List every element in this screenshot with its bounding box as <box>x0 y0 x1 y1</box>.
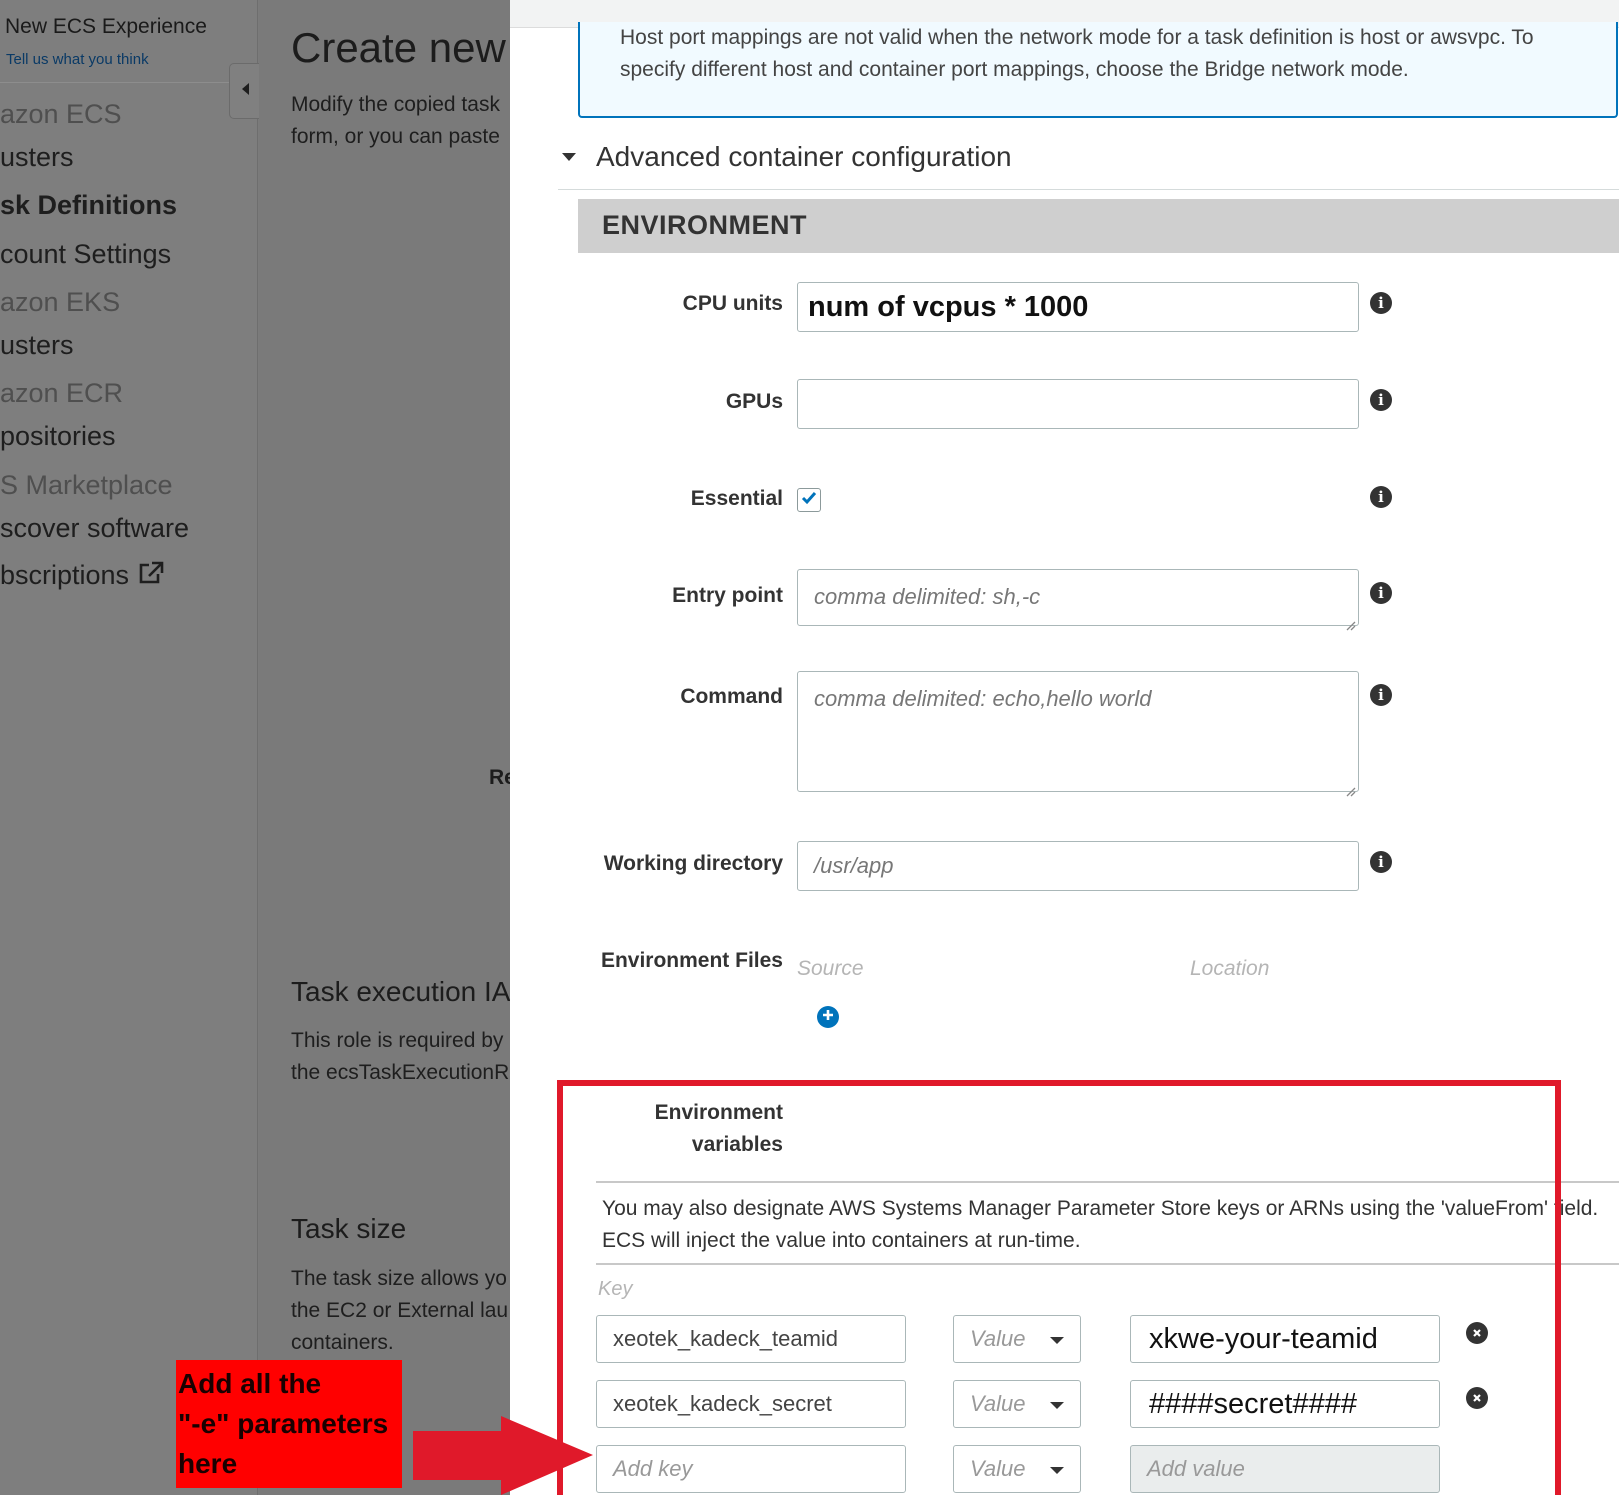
cpu-units-info-icon[interactable]: i <box>1370 292 1392 314</box>
annotation-arrow-icon <box>413 1416 593 1495</box>
feedback-link[interactable]: Tell us what you think <box>6 51 149 68</box>
annotation-line3: here <box>178 1448 238 1479</box>
sidebar-divider <box>0 82 250 83</box>
new-experience-title: New ECS Experience <box>5 15 207 38</box>
cpu-units-label: CPU units <box>682 292 783 315</box>
task-size-title: Task size <box>291 1213 407 1244</box>
task-size-text-line2: the EC2 or External lau <box>291 1299 509 1322</box>
caret-down-icon <box>562 153 576 161</box>
annotation-line2: "-e" parameters <box>178 1408 389 1439</box>
entry-point-textarea[interactable]: comma delimited: sh,-c <box>797 569 1359 631</box>
sidebar-item-subscriptions[interactable]: bscriptions <box>0 560 258 593</box>
essential-checkbox[interactable] <box>797 488 821 512</box>
environment-header-text: ENVIRONMENT <box>602 210 808 240</box>
task-execution-text-line2: the ecsTaskExecutionR <box>291 1061 510 1084</box>
annotation-callout: Add all the "-e" parameters here <box>176 1360 402 1488</box>
essential-info-icon[interactable]: i <box>1370 486 1392 508</box>
section-divider <box>558 189 1619 190</box>
sidebar-section-ecr: azon ECR <box>0 378 124 408</box>
command-info-icon[interactable]: i <box>1370 684 1392 706</box>
sidebar-item-task-definitions[interactable]: sk Definitions <box>0 190 258 221</box>
sidebar-section-eks: azon EKS <box>0 287 121 317</box>
sidebar-section-marketplace: S Marketplace <box>0 470 173 500</box>
entry-point-label: Entry point <box>672 584 783 607</box>
collapse-sidebar-button[interactable] <box>229 63 261 119</box>
task-execution-text-line1: This role is required by <box>291 1029 504 1052</box>
sidebar-item-account-settings[interactable]: count Settings <box>0 239 258 270</box>
task-size-text-line1: The task size allows yo <box>291 1267 507 1290</box>
checkmark-icon <box>801 491 817 510</box>
task-execution-title: Task execution IA <box>291 976 510 1007</box>
sidebar-item-subscriptions-label: bscriptions <box>0 560 130 590</box>
entry-point-placeholder: comma delimited: sh,-c <box>814 584 1041 609</box>
caret-left-icon <box>240 82 250 101</box>
intro-text-line1: Modify the copied task <box>291 93 500 116</box>
working-directory-info-icon[interactable]: i <box>1370 851 1392 873</box>
external-link-icon <box>137 560 165 593</box>
info-alert-text: Host port mappings are not valid when th… <box>620 26 1534 81</box>
sidebar-item-clusters[interactable]: usters <box>0 142 258 173</box>
task-size-text-line3: containers. <box>291 1331 394 1354</box>
environment-section-header: ENVIRONMENT <box>578 199 1619 253</box>
gpus-info-icon[interactable]: i <box>1370 389 1392 411</box>
working-directory-label: Working directory <box>603 852 783 875</box>
working-directory-placeholder: /usr/app <box>814 853 894 878</box>
location-column-label: Location <box>1190 957 1270 980</box>
advanced-config-toggle[interactable]: Advanced container configuration <box>562 141 1012 173</box>
command-textarea[interactable]: comma delimited: echo,hello world <box>797 671 1359 797</box>
cpu-units-input[interactable]: num of vcpus * 1000 <box>797 282 1359 332</box>
gpus-input[interactable] <box>797 379 1359 429</box>
entry-point-info-icon[interactable]: i <box>1370 582 1392 604</box>
gpus-label: GPUs <box>725 390 783 413</box>
resize-handle-icon[interactable] <box>1344 611 1356 631</box>
annotation-line1: Add all the <box>178 1368 322 1399</box>
sidebar: New ECS Experience Tell us what you thin… <box>0 0 258 1495</box>
intro-text-line2: form, or you can paste <box>291 125 500 148</box>
partial-label: Re <box>489 766 510 789</box>
background-page: Create new Modify the copied task form, … <box>259 0 510 1495</box>
command-label: Command <box>680 685 783 708</box>
sidebar-section-ecs: azon ECS <box>0 99 122 129</box>
essential-label: Essential <box>690 487 783 510</box>
sidebar-item-eks-clusters[interactable]: usters <box>0 330 258 361</box>
page-title: Create new <box>291 24 506 71</box>
add-environment-file-button[interactable] <box>817 1006 839 1028</box>
command-placeholder: comma delimited: echo,hello world <box>814 686 1152 711</box>
environment-files-label: Environment Files <box>600 949 783 972</box>
source-column-label: Source <box>797 957 864 980</box>
advanced-config-title: Advanced container configuration <box>596 141 1012 172</box>
working-directory-input[interactable]: /usr/app <box>797 841 1359 891</box>
port-mapping-info-alert: Host port mappings are not valid when th… <box>578 22 1618 118</box>
plus-icon <box>822 1008 834 1026</box>
sidebar-item-discover-software[interactable]: scover software <box>0 513 258 544</box>
resize-handle-icon[interactable] <box>1344 777 1356 797</box>
sidebar-item-repositories[interactable]: positories <box>0 421 258 452</box>
highlight-box <box>557 1080 1561 1495</box>
